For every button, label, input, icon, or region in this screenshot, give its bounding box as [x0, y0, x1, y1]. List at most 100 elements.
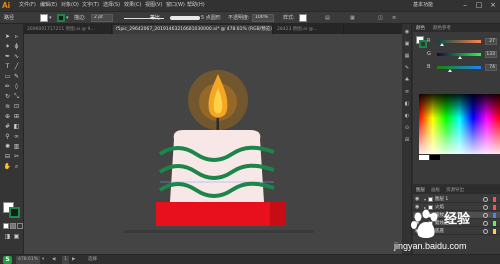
slice-tool-icon[interactable]: ✂: [12, 152, 21, 161]
tab-layers[interactable]: 图层: [416, 187, 425, 194]
menu-window[interactable]: 窗口(W): [166, 2, 185, 9]
tab-asset-export[interactable]: 资源导出: [446, 187, 464, 194]
slider-red[interactable]: R 27: [427, 38, 499, 46]
tab-color[interactable]: 颜色: [416, 25, 425, 32]
fill-color-chip[interactable]: [40, 14, 48, 22]
minimize-icon[interactable]: –: [459, 1, 471, 10]
rectangle-tool-icon[interactable]: ▭: [3, 72, 12, 81]
graphic-style-chip[interactable]: [299, 14, 307, 22]
menu-select[interactable]: 选择(S): [103, 2, 120, 9]
chevron-down-icon[interactable]: ▾: [49, 14, 52, 22]
tab-document-1[interactable]: 2696001717211 原图.ai @ 9...: [24, 25, 112, 34]
white-swatch[interactable]: [419, 155, 429, 160]
layer-row[interactable]: ◉ ▾ 图层 1: [413, 196, 500, 203]
align-panel-icon[interactable]: ⊞: [403, 136, 411, 144]
none-mode-icon[interactable]: [17, 223, 23, 229]
blend-tool-icon[interactable]: ∞: [12, 132, 21, 141]
transparency-icon[interactable]: ◐: [403, 112, 411, 120]
pencil-tool-icon[interactable]: ✏: [3, 82, 12, 91]
tab-document-3[interactable]: 28423 原图.ai @...: [274, 25, 344, 34]
artboard-number[interactable]: 1: [62, 256, 69, 264]
appearance-icon[interactable]: ⊙: [403, 124, 411, 132]
line-tool-icon[interactable]: ╱: [12, 62, 21, 71]
curvature-tool-icon[interactable]: ∿: [12, 52, 21, 61]
stroke-color-chip[interactable]: [57, 14, 65, 22]
panel-stroke-chip[interactable]: [419, 40, 427, 48]
graph-tool-icon[interactable]: ▥: [12, 142, 21, 151]
slider-value[interactable]: 74: [485, 64, 497, 71]
isolate-icon[interactable]: ◫: [378, 14, 383, 22]
menu-view[interactable]: 视图(V): [145, 2, 162, 9]
maximize-icon[interactable]: □: [473, 1, 485, 10]
align-icon[interactable]: ▤: [325, 14, 330, 22]
layer-target[interactable]: [483, 197, 488, 202]
properties-icon[interactable]: ◉: [403, 28, 411, 36]
tab-color-guide[interactable]: 颜色参考: [433, 25, 451, 32]
chevron-down-icon[interactable]: ▾: [66, 14, 69, 22]
slider-thumb[interactable]: [440, 43, 444, 46]
prev-artboard-icon[interactable]: ◀: [52, 256, 55, 264]
opacity-field[interactable]: 100%: [252, 14, 274, 22]
lasso-icon[interactable]: ϕ: [12, 42, 21, 51]
artboard-canvas[interactable]: [24, 34, 402, 254]
brushes-icon[interactable]: ✎: [403, 64, 411, 72]
slider-green[interactable]: G 133: [427, 51, 499, 59]
brush-tool-icon[interactable]: ✎: [12, 72, 21, 81]
rotate-tool-icon[interactable]: ↻: [3, 92, 12, 101]
slider-value[interactable]: 133: [485, 51, 497, 58]
gradient-panel-icon[interactable]: ◧: [403, 100, 411, 108]
eraser-tool-icon[interactable]: ◊: [12, 82, 21, 91]
color-mode-icon[interactable]: [3, 223, 9, 229]
type-tool-icon[interactable]: T: [3, 62, 12, 71]
transform-icon[interactable]: ▦: [350, 14, 355, 22]
eye-icon[interactable]: ◉: [415, 196, 421, 203]
brush-label[interactable]: 5 点圆形: [201, 14, 221, 22]
stroke-panel-icon[interactable]: ≡: [403, 88, 411, 96]
pen-tool-icon[interactable]: ✒: [3, 52, 12, 61]
workspace-switcher[interactable]: 基本功能: [413, 2, 433, 9]
libraries-icon[interactable]: ▣: [403, 40, 411, 48]
symbol-sprayer-icon[interactable]: ✺: [3, 142, 12, 151]
width-tool-icon[interactable]: ≋: [3, 102, 12, 111]
menu-type[interactable]: 文字(T): [82, 2, 99, 9]
slider-thumb[interactable]: [458, 56, 462, 59]
shape-builder-icon[interactable]: ⊕: [3, 112, 12, 121]
slider-track[interactable]: [437, 66, 481, 69]
menu-edit[interactable]: 编辑(E): [40, 2, 57, 9]
symbols-icon[interactable]: ♣: [403, 76, 411, 84]
slider-blue[interactable]: B 74: [427, 64, 499, 72]
search-icon[interactable]: ⌕: [12, 162, 21, 171]
menu-help[interactable]: 帮助(H): [187, 2, 205, 9]
swatches-icon[interactable]: ▦: [403, 52, 411, 60]
close-icon[interactable]: ×: [487, 1, 499, 10]
screen-mode-icon[interactable]: ▣: [12, 232, 21, 241]
hand-tool-icon[interactable]: ✋: [3, 162, 12, 171]
artboard-tool-icon[interactable]: ⊟: [3, 152, 12, 161]
selection-tool-icon[interactable]: ➤: [3, 32, 12, 41]
stroke-width-field[interactable]: 2 pt: [91, 14, 113, 22]
black-swatch[interactable]: [430, 155, 440, 160]
zoom-field[interactable]: 478.61%: [16, 256, 41, 264]
menu-effect[interactable]: 效果(C): [124, 2, 141, 9]
draw-mode-icon[interactable]: ◨: [3, 232, 12, 241]
eyedropper-icon[interactable]: ⚲: [3, 132, 12, 141]
menu-icon[interactable]: ≡: [392, 14, 396, 22]
slider-thumb[interactable]: [448, 69, 452, 72]
tab-artboards[interactable]: 画板: [431, 187, 440, 194]
scale-tool-icon[interactable]: ⤡: [12, 92, 21, 101]
mesh-tool-icon[interactable]: #: [3, 122, 12, 131]
gradient-tool-icon[interactable]: ◧: [12, 122, 21, 131]
direct-selection-icon[interactable]: ▹: [12, 32, 21, 41]
menu-object[interactable]: 对象(O): [61, 2, 79, 9]
chevron-down-icon[interactable]: ▾: [42, 256, 44, 264]
tab-document-active[interactable]: f5pic_29642067_20191463216681030000.ai* …: [113, 25, 273, 34]
next-artboard-icon[interactable]: ▶: [72, 256, 75, 264]
menu-file[interactable]: 文件(F): [19, 2, 36, 9]
perspective-grid-icon[interactable]: ⊞: [12, 112, 21, 121]
free-transform-icon[interactable]: ⊡: [12, 102, 21, 111]
slider-value[interactable]: 27: [485, 38, 497, 45]
color-spectrum[interactable]: [419, 94, 500, 154]
brush-definition[interactable]: [170, 16, 200, 20]
stroke-swatch[interactable]: [9, 207, 20, 218]
gradient-mode-icon[interactable]: [10, 223, 16, 229]
